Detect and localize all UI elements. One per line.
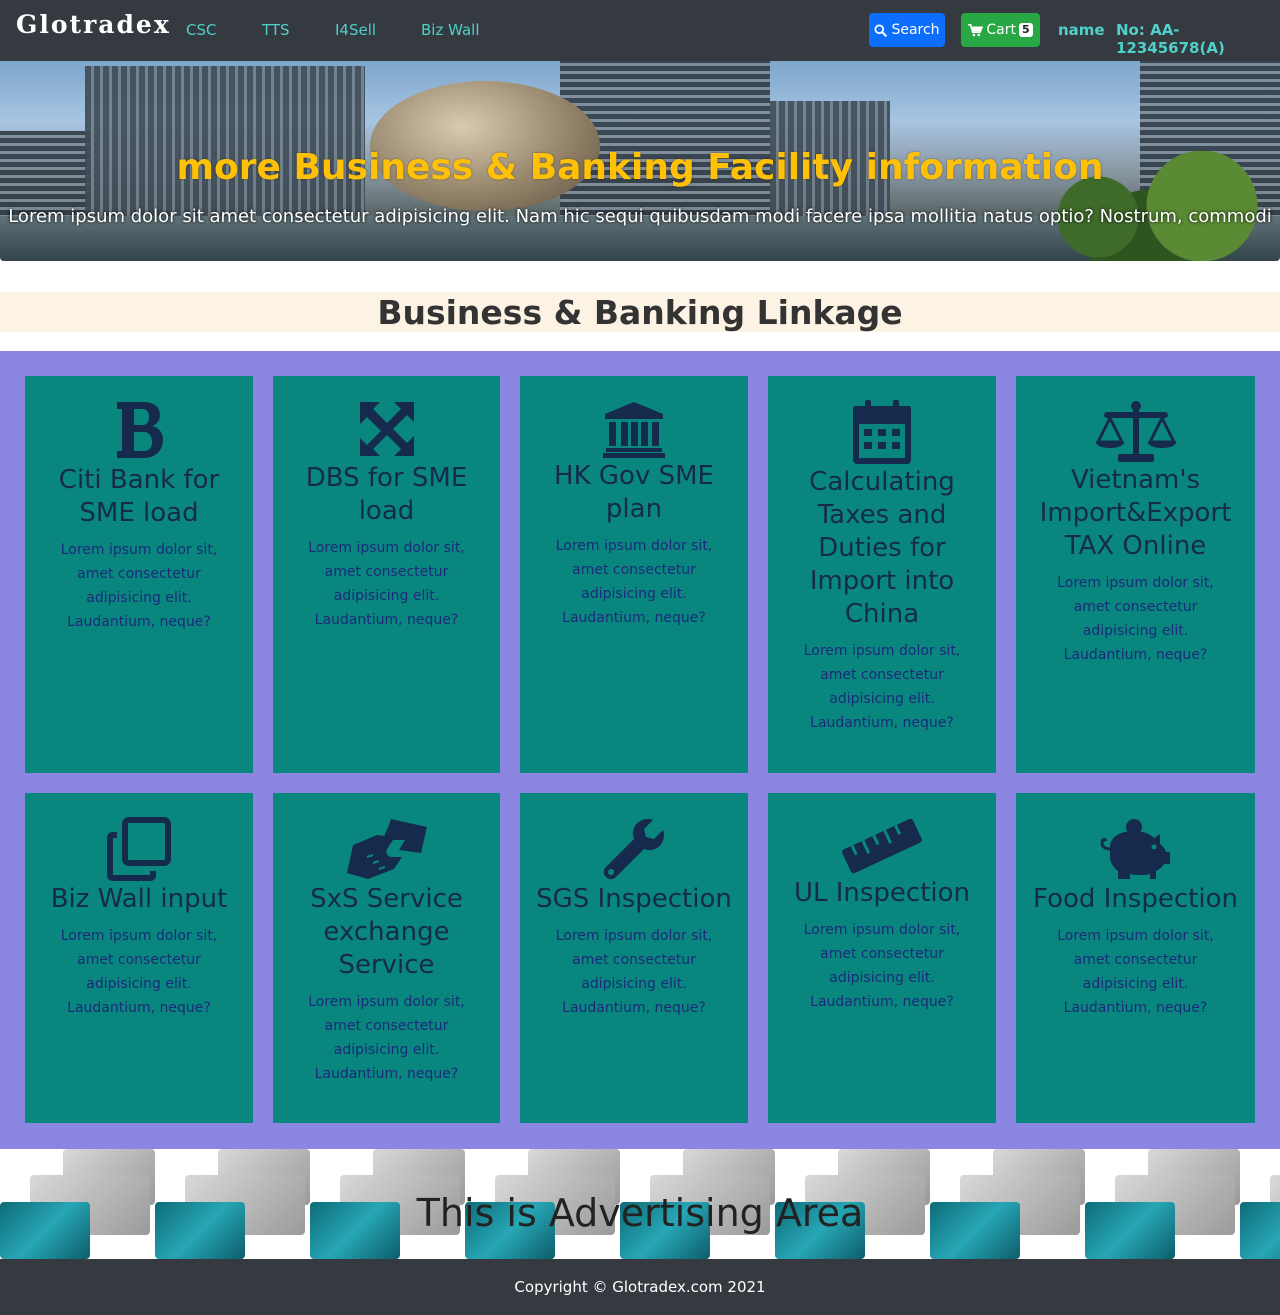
footer: Copyright © Glotradex.com 2021 [0,1259,1280,1315]
service-card[interactable]: Citi Bank for SME load Lorem ipsum dolor… [25,376,253,773]
card-title: HK Gov SME plan [554,461,714,524]
card-title: Biz Wall input [50,884,228,914]
service-card[interactable]: SxS Service exchange Service Lorem ipsum… [273,793,500,1123]
card-title: Food Inspection [1033,884,1238,914]
piggy-bank-icon [1099,819,1170,879]
service-card[interactable]: Vietnam's Import&Export TAX Online Lorem… [1016,376,1255,773]
user-name[interactable]: name [1058,21,1105,39]
card-title: UL Inspection [793,878,971,908]
section-title: Business & Banking Linkage [0,292,1280,332]
service-card[interactable]: Biz Wall input Lorem ipsum dolor sit, am… [25,793,253,1123]
service-card[interactable]: UL Inspection Lorem ipsum dolor sit, ame… [768,793,996,1123]
card-text: Lorem ipsum dolor sit, amet consectetur … [803,922,961,1010]
search-button[interactable]: Search [869,13,945,47]
card-title: Citi Bank for SME load [58,465,220,528]
card-title: SxS Service exchange Service [310,884,463,980]
card-text: Lorem ipsum dolor sit, amet consectetur … [555,928,713,1016]
shopping-cart-icon [968,23,984,36]
account-number[interactable]: No: AA-12345678(A) [1116,21,1280,57]
hero-subtitle: Lorem ipsum dolor sit amet consectetur a… [8,206,1272,227]
card-title: DBS for SME load [305,463,468,526]
service-card[interactable]: DBS for SME load Lorem ipsum dolor sit, … [273,376,500,773]
handshake-icon [346,819,427,879]
card-text: Lorem ipsum dolor sit, amet consectetur … [1057,575,1214,663]
card-title: SGS Inspection [536,884,732,914]
advertising-area[interactable]: This is Advertising Area [0,1149,1280,1259]
card-text: Lorem ipsum dolor sit, amet consectetur … [803,643,961,731]
wrench-icon [603,819,664,880]
nav-link-csc[interactable]: CSC [186,21,216,39]
copyright-text: Copyright © Glotradex.com 2021 [514,1278,766,1296]
search-icon [874,23,888,37]
nav-link-biz-wall[interactable]: Biz Wall [421,21,480,39]
cart-button-label: Cart [986,22,1016,38]
card-text: Lorem ipsum dolor sit, amet consectetur … [60,542,218,630]
balance-scale-icon [1095,401,1176,462]
expand-arrows-icon [359,402,414,456]
nav-link-tts[interactable]: TTS [262,21,290,39]
cart-button[interactable]: Cart 5 [961,13,1040,47]
nav-link-i4sell[interactable]: I4Sell [335,21,376,39]
cart-count-badge: 5 [1018,23,1033,37]
card-title: Calculating Taxes and Duties for Import … [809,467,955,629]
brand-logo[interactable]: Glotradex [16,10,171,39]
advertising-text: This is Advertising Area [416,1191,864,1235]
card-text: Lorem ipsum dolor sit, amet consectetur … [60,928,218,1016]
services-grid: Citi Bank for SME load Lorem ipsum dolor… [0,351,1280,1149]
service-card[interactable]: Calculating Taxes and Duties for Import … [768,376,996,773]
copy-icon [107,817,171,881]
ruler-icon [842,818,922,874]
hero-title: more Business & Banking Facility informa… [176,147,1104,188]
calendar-icon [853,400,911,464]
service-card[interactable]: Food Inspection Lorem ipsum dolor sit, a… [1016,793,1255,1123]
service-card[interactable]: SGS Inspection Lorem ipsum dolor sit, am… [520,793,748,1123]
bitcoin-icon [117,402,163,458]
card-text: Lorem ipsum dolor sit, amet consectetur … [308,540,465,628]
hero-banner: more Business & Banking Facility informa… [0,61,1280,261]
card-title: Vietnam's Import&Export TAX Online [1039,465,1232,561]
card-text: Lorem ipsum dolor sit, amet consectetur … [308,994,465,1082]
service-card[interactable]: HK Gov SME plan Lorem ipsum dolor sit, a… [520,376,748,773]
navbar: Glotradex CSC TTS I4Sell Biz Wall Search… [0,0,1280,61]
bank-icon [603,402,665,458]
card-text: Lorem ipsum dolor sit, amet consectetur … [555,538,713,626]
search-button-label: Search [891,22,940,38]
card-text: Lorem ipsum dolor sit, amet consectetur … [1057,928,1214,1016]
